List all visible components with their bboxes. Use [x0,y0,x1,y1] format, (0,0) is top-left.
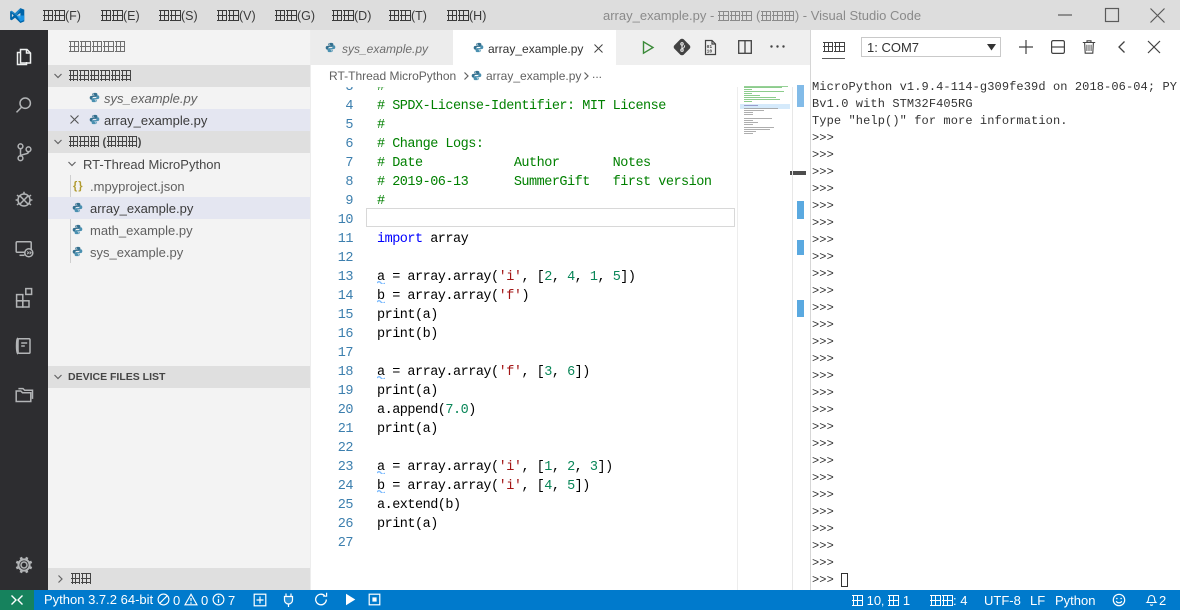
svg-text:10: 10 [707,49,713,55]
